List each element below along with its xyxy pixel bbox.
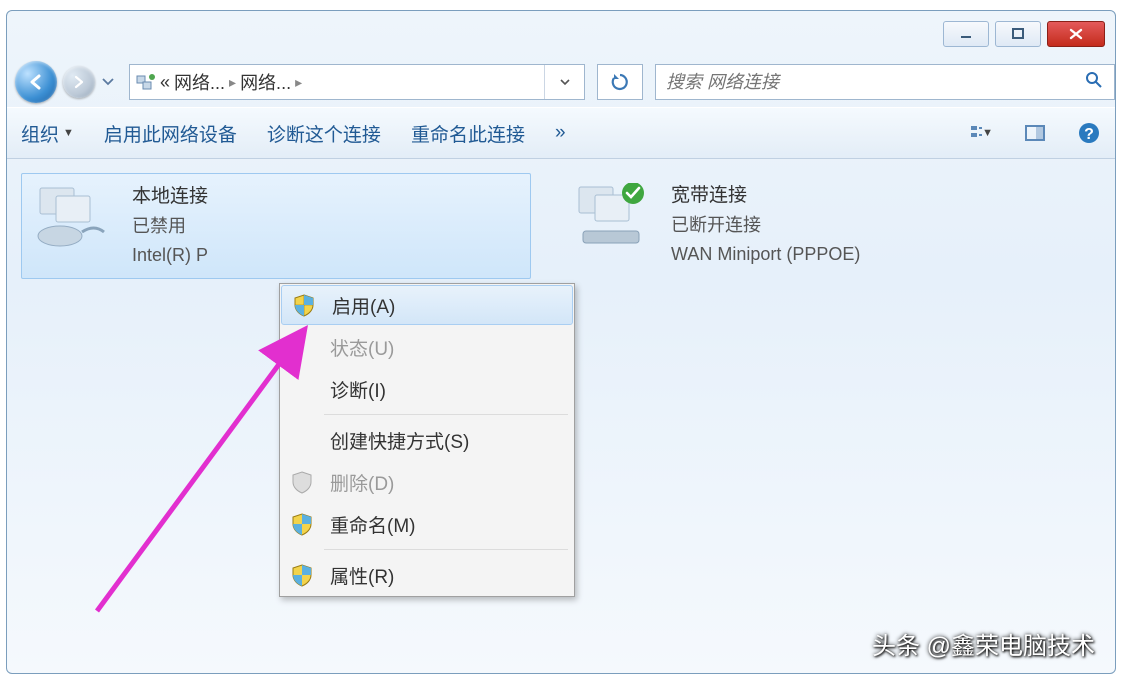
- preview-pane-button[interactable]: [1023, 121, 1047, 145]
- address-bar[interactable]: « 网络... ▸ 网络... ▸: [129, 64, 585, 100]
- network-adapter-icon: [30, 182, 120, 252]
- address-dropdown[interactable]: [544, 65, 584, 99]
- minimize-button[interactable]: [943, 21, 989, 47]
- close-button[interactable]: [1047, 21, 1105, 47]
- breadcrumb-seg2[interactable]: 网络...: [240, 69, 291, 95]
- shield-icon: [290, 470, 314, 494]
- nav-bar: « 网络... ▸ 网络... ▸: [7, 57, 1115, 107]
- connection-status: 已断开连接: [671, 211, 860, 240]
- ctx-diagnose[interactable]: 诊断(I): [280, 368, 574, 410]
- separator: [324, 549, 568, 550]
- nav-history-dropdown[interactable]: [101, 74, 119, 90]
- watermark: 头条 @鑫荣电脑技术: [872, 626, 1095, 661]
- breadcrumb-chevrons: «: [160, 72, 170, 93]
- minimize-icon: [959, 27, 973, 41]
- search-icon[interactable]: [1084, 70, 1104, 95]
- connection-item-local[interactable]: 本地连接 已禁用 Intel(R) P: [21, 173, 531, 279]
- breadcrumb[interactable]: « 网络... ▸ 网络... ▸: [160, 69, 544, 95]
- help-button[interactable]: ?: [1077, 121, 1101, 145]
- ctx-enable[interactable]: 启用(A): [281, 285, 573, 325]
- connection-device: Intel(R) P: [132, 241, 208, 270]
- enable-device-button[interactable]: 启用此网络设备: [104, 120, 237, 147]
- explorer-window: « 网络... ▸ 网络... ▸ 组织 ▼ 启用此网络设备 诊断这个连接: [6, 10, 1116, 674]
- organize-menu[interactable]: 组织 ▼: [21, 120, 74, 147]
- search-box[interactable]: [655, 64, 1115, 100]
- arrow-right-icon: [72, 75, 86, 89]
- connection-title: 本地连接: [132, 182, 208, 212]
- view-options-button[interactable]: ▼: [969, 121, 993, 145]
- content-area: 本地连接 已禁用 Intel(R) P 宽带连接 已断开连接 WAN Minip…: [7, 159, 1115, 293]
- breadcrumb-arrow-icon: ▸: [295, 74, 302, 91]
- location-icon: [130, 71, 160, 93]
- maximize-button[interactable]: [995, 21, 1041, 47]
- shield-icon: [290, 512, 314, 536]
- ctx-delete: 删除(D): [280, 461, 574, 503]
- svg-text:?: ?: [1084, 126, 1094, 143]
- chevron-down-icon: [559, 76, 571, 88]
- maximize-icon: [1011, 27, 1025, 41]
- separator: [324, 414, 568, 415]
- chevron-down-icon: ▼: [982, 127, 993, 139]
- connection-item-broadband[interactable]: 宽带连接 已断开连接 WAN Miniport (PPPOE): [561, 173, 1071, 277]
- forward-button[interactable]: [63, 66, 95, 98]
- ctx-shortcut[interactable]: 创建快捷方式(S): [280, 419, 574, 461]
- connection-title: 宽带连接: [671, 181, 860, 211]
- shield-icon: [290, 563, 314, 587]
- connection-device: WAN Miniport (PPPOE): [671, 240, 860, 269]
- more-commands[interactable]: »: [555, 122, 566, 144]
- ctx-status: 状态(U): [280, 326, 574, 368]
- titlebar: [7, 11, 1115, 57]
- context-menu: 启用(A) 状态(U) 诊断(I) 创建快捷方式(S) 删除(D) 重命名(M): [279, 283, 575, 597]
- close-icon: [1068, 27, 1084, 41]
- rename-button[interactable]: 重命名此连接: [411, 120, 525, 147]
- breadcrumb-seg1[interactable]: 网络...: [174, 69, 225, 95]
- chevron-down-icon: [101, 77, 115, 87]
- command-bar: 组织 ▼ 启用此网络设备 诊断这个连接 重命名此连接 » ▼ ?: [7, 107, 1115, 159]
- shield-icon: [292, 293, 316, 317]
- breadcrumb-arrow-icon: ▸: [229, 74, 236, 91]
- refresh-icon: [609, 71, 631, 93]
- ctx-properties[interactable]: 属性(R): [280, 554, 574, 596]
- arrow-left-icon: [26, 72, 46, 92]
- ctx-rename[interactable]: 重命名(M): [280, 503, 574, 545]
- back-button[interactable]: [15, 61, 57, 103]
- network-adapter-icon: [569, 181, 659, 251]
- refresh-button[interactable]: [597, 64, 643, 100]
- search-input[interactable]: [666, 72, 1084, 93]
- chevron-down-icon: ▼: [63, 127, 74, 139]
- connection-status: 已禁用: [132, 212, 208, 241]
- diagnose-button[interactable]: 诊断这个连接: [267, 120, 381, 147]
